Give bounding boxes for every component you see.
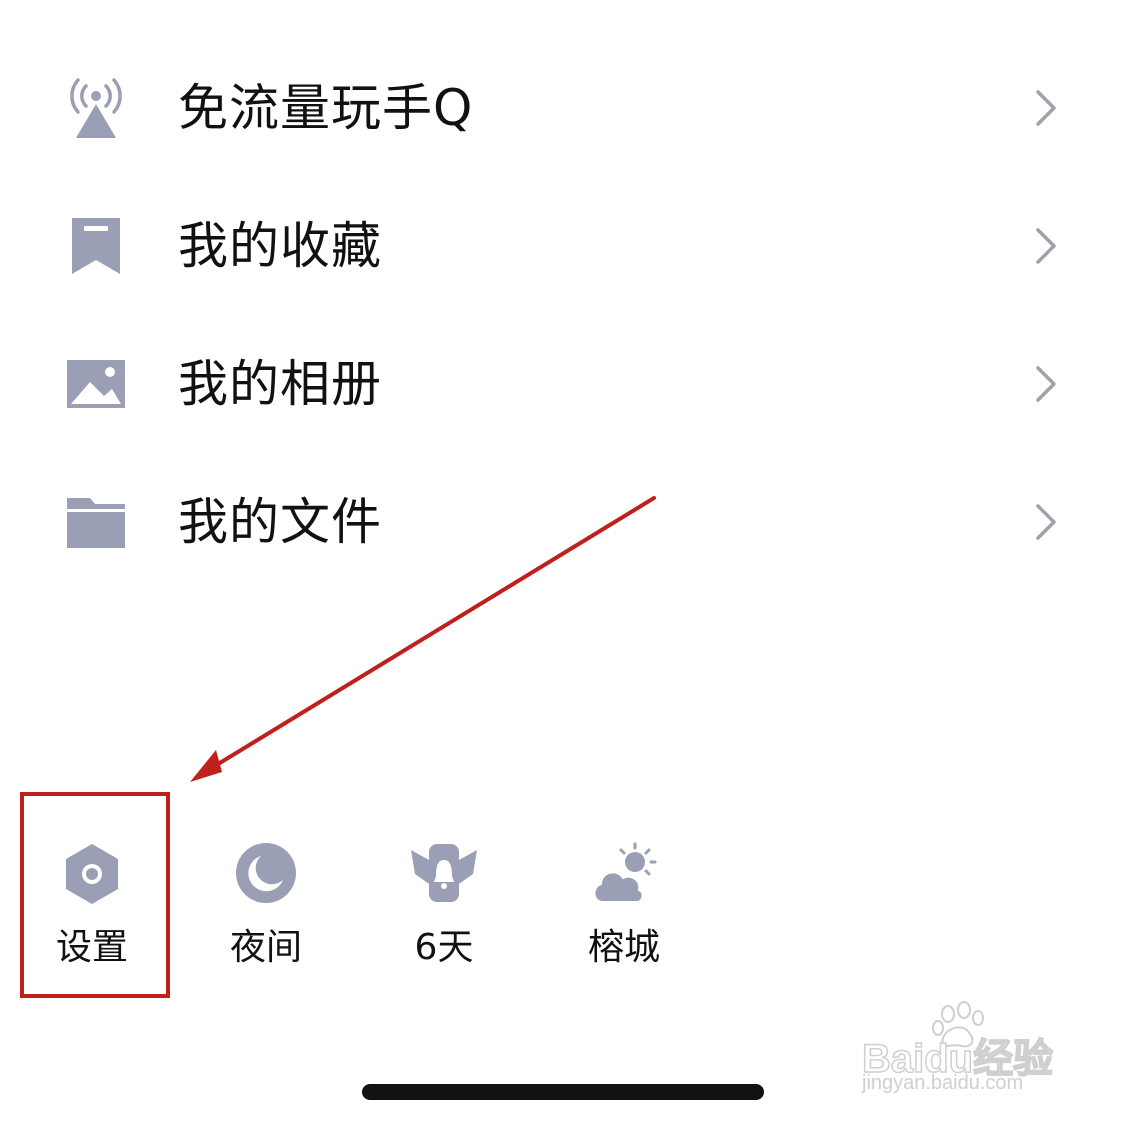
home-indicator[interactable]: [362, 1084, 764, 1100]
annotation-highlight-box: [20, 792, 170, 998]
checkin-angel-icon: [411, 844, 477, 902]
watermark-url: jingyan.baidu.com: [862, 1072, 1024, 1094]
checkin-days-label: 6天: [414, 927, 474, 968]
folder-icon: [67, 498, 125, 548]
chevron-right-icon: [1036, 228, 1056, 264]
photo-album-icon: [67, 360, 125, 408]
free-data-antenna-icon: [70, 78, 122, 138]
menu-item-free-data[interactable]: 免流量玩手Q: [0, 48, 1125, 168]
menu-item-album[interactable]: 我的相册: [0, 324, 1125, 444]
night-mode-moon-icon: [236, 843, 296, 903]
weather-button[interactable]: 榕城: [554, 840, 694, 980]
night-mode-label: 夜间: [229, 927, 302, 968]
chevron-right-icon: [1036, 90, 1056, 126]
baidu-jingyan-watermark: Baidu经验 jingyan.baidu.com: [861, 1000, 1072, 1104]
menu-item-label: 我的相册: [178, 355, 382, 413]
menu-item-favorites[interactable]: 我的收藏: [0, 186, 1125, 306]
weather-label: 榕城: [587, 927, 660, 968]
qq-drawer-menu: 免流量玩手Q 我的收藏 我的相册 我的文件 设置 夜间 6天 榕城 Baidu经…: [0, 0, 1125, 1125]
chevron-right-icon: [1036, 366, 1056, 402]
chevron-right-icon: [1036, 504, 1056, 540]
weather-cloud-sun-icon: [593, 842, 657, 903]
menu-item-label: 我的文件: [178, 493, 382, 551]
menu-item-label: 我的收藏: [178, 217, 382, 275]
checkin-days-button[interactable]: 6天: [374, 840, 514, 980]
menu-item-label: 免流量玩手Q: [178, 79, 474, 137]
bookmark-icon: [72, 218, 120, 274]
night-mode-button[interactable]: 夜间: [196, 840, 336, 980]
menu-item-files[interactable]: 我的文件: [0, 462, 1125, 582]
